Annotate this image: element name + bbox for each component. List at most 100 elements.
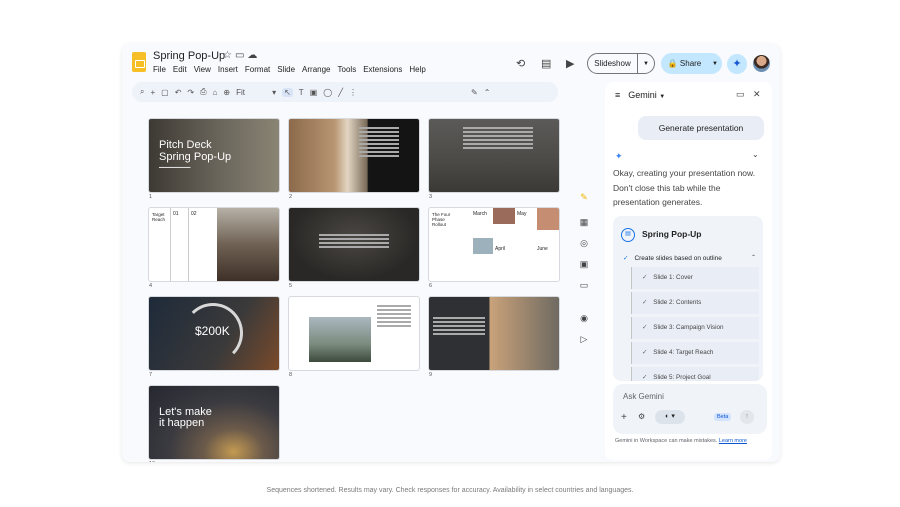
contacts-icon[interactable]: ▣: [580, 259, 589, 270]
move-folder-icon[interactable]: ▭: [235, 50, 247, 61]
learn-more-link[interactable]: Learn more: [719, 438, 747, 444]
gemini-icon[interactable]: ✦: [727, 54, 747, 74]
menu-view[interactable]: View: [194, 65, 211, 74]
slide-thumbnail[interactable]: [289, 208, 419, 281]
menu-edit[interactable]: Edit: [173, 65, 187, 74]
chevron-down-icon[interactable]: ▾: [272, 88, 276, 97]
slide-number: 3: [429, 194, 433, 200]
menu-help[interactable]: Help: [409, 65, 425, 74]
palette-dropdown[interactable]: ◐ ▾: [655, 410, 685, 424]
chevron-down-icon[interactable]: ▼: [708, 61, 722, 67]
slide-number: 2: [289, 194, 293, 200]
zoom-icon[interactable]: ⊕: [223, 88, 230, 97]
text-box-icon[interactable]: T: [299, 88, 304, 97]
undo-icon[interactable]: ↶: [175, 88, 182, 97]
slide-number: 9: [429, 372, 433, 378]
meet-icon[interactable]: ▶: [566, 57, 574, 70]
slideshow-label[interactable]: Slideshow: [588, 54, 638, 73]
slide-text-lines: [463, 127, 533, 151]
calendar-icon[interactable]: ▦: [580, 217, 589, 228]
menu-bar: File Edit View Insert Format Slide Arran…: [153, 65, 426, 74]
collapse-icon[interactable]: ⌃: [484, 88, 491, 97]
divider: [188, 208, 189, 281]
send-icon[interactable]: ↑: [740, 410, 754, 424]
ask-gemini-input[interactable]: Ask Gemini: [623, 392, 664, 401]
chevron-down-icon[interactable]: ⌄: [752, 150, 759, 159]
record-icon[interactable]: ◉: [580, 313, 588, 324]
generation-card: ▤ Spring Pop-Up ✓ Create slides based on …: [613, 216, 763, 381]
menu-extensions[interactable]: Extensions: [363, 65, 402, 74]
slide-thumbnail[interactable]: [429, 297, 559, 370]
new-slide-icon[interactable]: ▢: [161, 88, 169, 97]
add-icon[interactable]: +: [150, 88, 155, 97]
slides-logo-icon[interactable]: [132, 52, 146, 72]
slide-thumbnail[interactable]: [289, 119, 419, 192]
slide-number: 1: [149, 194, 153, 200]
document-title[interactable]: Spring Pop-Up: [153, 50, 225, 62]
check-icon: ✓: [642, 274, 648, 281]
line-icon[interactable]: ╱: [338, 88, 343, 97]
share-label[interactable]: 🔒 Share: [661, 53, 708, 74]
star-icon[interactable]: ☆: [223, 50, 235, 61]
select-icon[interactable]: ↖: [282, 87, 293, 97]
slide-thumbnail[interactable]: Target Reach 01 02: [149, 208, 279, 281]
slide-text-lines: [319, 234, 389, 250]
app-window: Spring Pop-Up ☆▭☁ File Edit View Insert …: [122, 44, 780, 462]
slideshow-button[interactable]: Slideshow ▼: [587, 53, 655, 74]
slide-text-lines: [433, 317, 485, 337]
outline-item: ✓ Slide 2: Contents: [631, 292, 759, 314]
zoom-select[interactable]: Fit: [236, 88, 266, 97]
chevron-down-icon[interactable]: ▼: [638, 61, 654, 67]
keep-icon[interactable]: ✎: [580, 192, 588, 203]
comments-icon[interactable]: ▤: [541, 57, 551, 70]
menu-file[interactable]: File: [153, 65, 166, 74]
shape-icon[interactable]: ◯: [323, 88, 332, 97]
slide-thumbnail[interactable]: [289, 297, 419, 370]
image-icon[interactable]: ▣: [310, 88, 318, 97]
phase-label: June: [537, 246, 548, 252]
menu-slide[interactable]: Slide: [277, 65, 295, 74]
outline-item: ✓ Slide 4: Target Reach: [631, 342, 759, 364]
redo-icon[interactable]: ↷: [187, 88, 194, 97]
paint-format-icon[interactable]: ⌂: [213, 88, 218, 97]
slide-stat: $200K: [195, 324, 230, 338]
avatar[interactable]: [753, 55, 770, 72]
check-icon: ✓: [623, 255, 629, 262]
slide-number: 4: [149, 283, 153, 289]
pen-icon[interactable]: ✎: [471, 88, 478, 97]
more-icon[interactable]: ⋮: [349, 88, 357, 97]
slide-image: [493, 208, 515, 224]
menu-tools[interactable]: Tools: [338, 65, 357, 74]
add-icon[interactable]: +: [621, 412, 627, 423]
menu-icon[interactable]: ≡: [615, 90, 620, 100]
chevron-down-icon[interactable]: ▼: [659, 94, 665, 100]
present-icon[interactable]: ▷: [581, 334, 588, 345]
slide-thumbnail[interactable]: $200K: [149, 297, 279, 370]
slide-thumbnail[interactable]: [429, 119, 559, 192]
outline-item-label: Slide 1: Cover: [653, 274, 693, 281]
slide-text-lines: [377, 305, 411, 329]
share-button[interactable]: 🔒 Share ▼: [661, 53, 722, 74]
slide-title: Target Reach: [152, 212, 166, 222]
menu-insert[interactable]: Insert: [218, 65, 238, 74]
close-icon[interactable]: ✕: [753, 89, 761, 100]
search-icon[interactable]: ⌕: [140, 87, 144, 97]
history-icon[interactable]: ⟲: [516, 57, 525, 70]
cloud-icon[interactable]: ☁: [247, 50, 260, 61]
slide-thumbnail[interactable]: Pitch Deck Spring Pop-Up ▬▬▬▬▬▬▬▬▬: [149, 119, 279, 192]
slide-thumbnail[interactable]: The Four Phase Rollout March May April J…: [429, 208, 559, 281]
step-row[interactable]: ✓ Create slides based on outline: [623, 254, 722, 262]
slide-thumbnail[interactable]: Let's make it happen: [149, 386, 279, 459]
menu-format[interactable]: Format: [245, 65, 270, 74]
folder-icon[interactable]: ▭: [580, 280, 589, 291]
outline-item: ✓ Slide 3: Campaign Vision: [631, 317, 759, 339]
user-prompt-bubble: Generate presentation: [638, 116, 764, 140]
gemini-panel-header[interactable]: ≡ Gemini ▼: [615, 90, 665, 100]
chevron-up-icon[interactable]: ⌃: [751, 254, 756, 261]
menu-arrange[interactable]: Arrange: [302, 65, 330, 74]
phase-label: April: [495, 246, 506, 252]
tasks-icon[interactable]: ◎: [580, 238, 588, 249]
open-in-window-icon[interactable]: ▭: [736, 89, 745, 100]
print-icon[interactable]: ⎙: [200, 87, 206, 97]
tune-icon[interactable]: ⚙: [638, 412, 645, 421]
